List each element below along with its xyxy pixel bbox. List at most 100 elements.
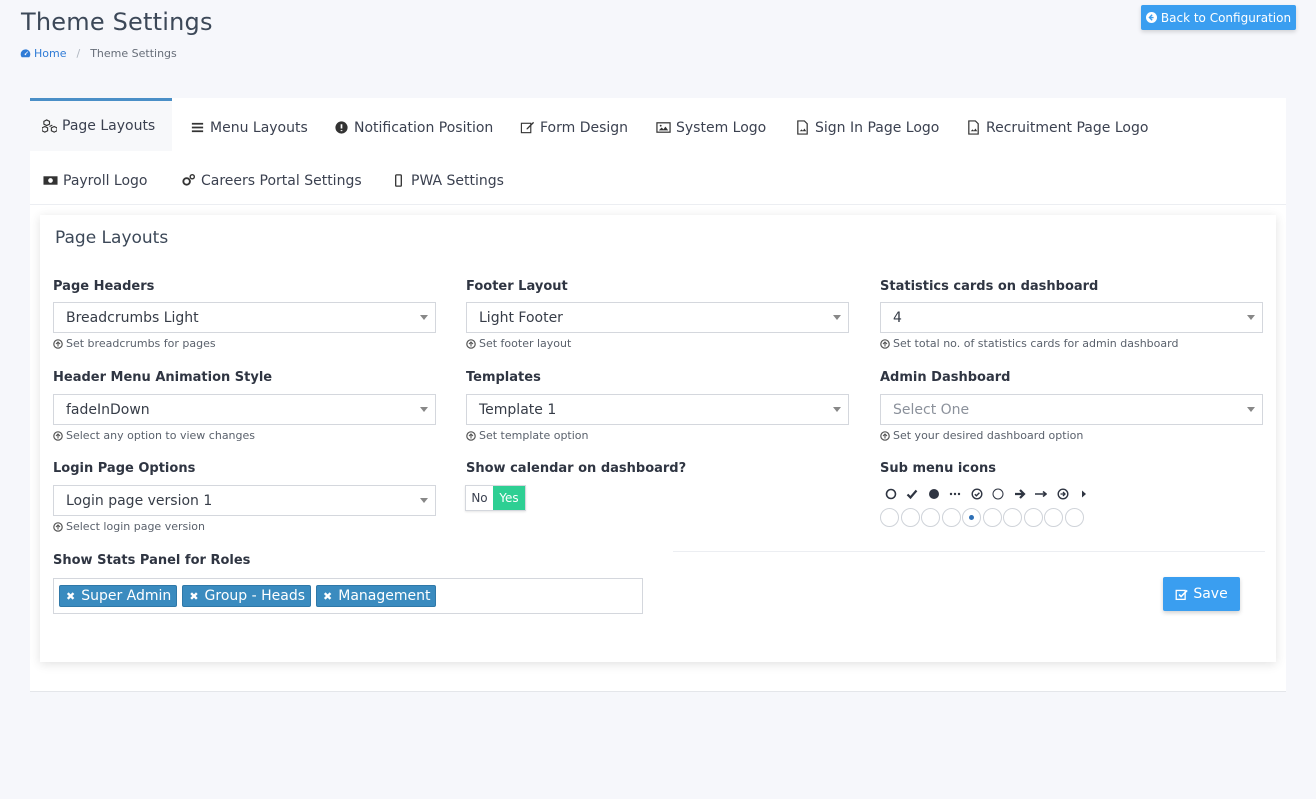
arrow-circle-up-icon (466, 430, 476, 441)
select-value: Template 1 (479, 401, 557, 418)
templates-label: Templates (466, 370, 541, 385)
show-calendar-label: Show calendar on dashboard? (466, 461, 687, 476)
sub-menu-icon-radio[interactable] (880, 508, 899, 527)
sub-menu-icon-radio[interactable] (1003, 508, 1022, 527)
tab-payroll-logo[interactable]: Payroll Logo (35, 154, 156, 207)
tab-form-design[interactable]: Form Design (512, 101, 636, 154)
admin-dashboard-hint: Set your desired dashboard option (880, 429, 1083, 442)
card-title: Page Layouts (55, 228, 169, 248)
arrow-circle-up-icon (53, 521, 63, 532)
tab-careers-portal-settings[interactable]: Careers Portal Settings (173, 154, 370, 207)
remove-tag-icon[interactable]: ✖ (66, 590, 75, 603)
tab-sign-in-page-logo[interactable]: Sign In Page Logo (787, 101, 947, 154)
toggle-off-option[interactable]: No (466, 486, 493, 510)
edit-icon (520, 121, 535, 134)
cogs-icon (182, 173, 196, 186)
sub-menu-icon-radio[interactable] (1044, 508, 1063, 527)
admin-dashboard-label: Admin Dashboard (880, 370, 1011, 385)
show-calendar-toggle[interactable]: No Yes (465, 485, 526, 511)
back-to-configuration-button[interactable]: Back to Configuration (1141, 5, 1296, 30)
image-icon (656, 122, 671, 133)
select-value: Breadcrumbs Light (66, 309, 199, 326)
breadcrumb-home-link[interactable]: Home (20, 47, 66, 60)
role-tag: ✖ Super Admin (59, 585, 178, 607)
footer-layout-select[interactable]: Light Footer (466, 302, 849, 333)
caret-down-icon (1247, 315, 1255, 320)
tab-label: System Logo (676, 119, 767, 136)
hint-text: Set breadcrumbs for pages (66, 337, 216, 350)
stats-cards-select[interactable]: 4 (880, 302, 1263, 333)
stats-roles-label: Show Stats Panel for Roles (53, 553, 251, 568)
tab-label: Recruitment Page Logo (986, 119, 1149, 136)
mobile-icon (395, 174, 402, 187)
sub-menu-icon-radio[interactable] (941, 508, 961, 527)
select-value: fadeInDown (66, 401, 150, 418)
tab-menu-layouts[interactable]: Menu Layouts (182, 101, 316, 154)
sub-menu-icon-radios (880, 508, 1084, 527)
login-options-label: Login Page Options (53, 461, 196, 476)
page-headers-label: Page Headers (53, 279, 155, 294)
cubes-icon (42, 118, 57, 133)
save-button[interactable]: Save (1163, 577, 1240, 611)
header-animation-select[interactable]: fadeInDown (53, 394, 436, 425)
hint-text: Set your desired dashboard option (893, 429, 1084, 442)
check-square-icon (1175, 589, 1189, 600)
remove-tag-icon[interactable]: ✖ (323, 590, 332, 603)
tab-label: Careers Portal Settings (201, 172, 362, 189)
tab-page-layouts[interactable]: Page Layouts (30, 98, 172, 151)
ellipsis-icon (950, 492, 961, 496)
header-animation-label: Header Menu Animation Style (53, 370, 273, 385)
hint-text: Set footer layout (479, 337, 572, 350)
sub-menu-icon-radio[interactable] (982, 508, 1002, 527)
tab-system-logo[interactable]: System Logo (648, 101, 774, 154)
sub-menu-icon-radio[interactable] (921, 508, 940, 527)
toggle-on-option[interactable]: Yes (493, 486, 525, 510)
sub-menu-icon-radio[interactable] (900, 508, 920, 527)
tag-label: Super Admin (81, 588, 172, 604)
tab-label: Payroll Logo (63, 172, 148, 189)
select-value: 4 (893, 309, 902, 326)
templates-select[interactable]: Template 1 (466, 394, 849, 425)
hint-text: Select any option to view changes (66, 429, 256, 442)
hint-text: Select login page version (66, 520, 205, 533)
admin-dashboard-select[interactable]: Select One (880, 394, 1263, 425)
sub-menu-icon-radio[interactable] (1023, 508, 1043, 527)
templates-hint: Set template option (466, 429, 589, 442)
settings-panel: Page Layouts Menu Layouts Notification P… (30, 98, 1286, 692)
sub-menu-icons-label: Sub menu icons (880, 461, 996, 476)
page-headers-select[interactable]: Breadcrumbs Light (53, 302, 436, 333)
tab-pwa-settings[interactable]: PWA Settings (383, 154, 512, 207)
tag-label: Group - Heads (204, 588, 306, 604)
footer-layout-hint: Set footer layout (466, 337, 571, 350)
page-layouts-card: Page Layouts Page Headers Breadcrumbs Li… (40, 215, 1276, 662)
tab-notification-position[interactable]: Notification Position (326, 101, 501, 154)
role-tag: ✖ Group - Heads (182, 585, 312, 607)
caret-right-icon (1082, 490, 1087, 498)
arrow-circle-right-icon (1057, 488, 1069, 500)
tab-recruitment-page-logo[interactable]: Recruitment Page Logo (958, 101, 1156, 154)
sub-menu-icon-radio-selected[interactable] (962, 508, 981, 527)
header-animation-hint: Select any option to view changes (53, 429, 255, 442)
stats-roles-multiselect[interactable]: ✖ Super Admin ✖ Group - Heads ✖ Manageme… (53, 578, 643, 614)
tab-bar: Page Layouts Menu Layouts Notification P… (30, 98, 1286, 205)
hint-text: Set template option (479, 429, 589, 442)
money-icon (43, 176, 58, 185)
login-options-hint: Select login page version (53, 520, 205, 533)
caret-down-icon (420, 407, 428, 412)
caret-down-icon (420, 315, 428, 320)
arrow-right-icon (1014, 489, 1026, 499)
tab-label: Sign In Page Logo (815, 119, 940, 136)
sub-menu-icon-radio[interactable] (1064, 508, 1084, 527)
exclamation-circle-icon (335, 121, 348, 134)
caret-down-icon (1247, 407, 1255, 412)
check-circle-icon (971, 488, 983, 500)
login-options-select[interactable]: Login page version 1 (53, 485, 436, 516)
remove-tag-icon[interactable]: ✖ (189, 590, 198, 603)
divider (673, 551, 1265, 552)
dashboard-icon (20, 49, 31, 58)
check-icon (906, 489, 918, 500)
file-image-icon (797, 120, 808, 135)
caret-down-icon (833, 315, 841, 320)
tag-label: Management (338, 588, 431, 604)
tab-label: PWA Settings (411, 172, 504, 189)
